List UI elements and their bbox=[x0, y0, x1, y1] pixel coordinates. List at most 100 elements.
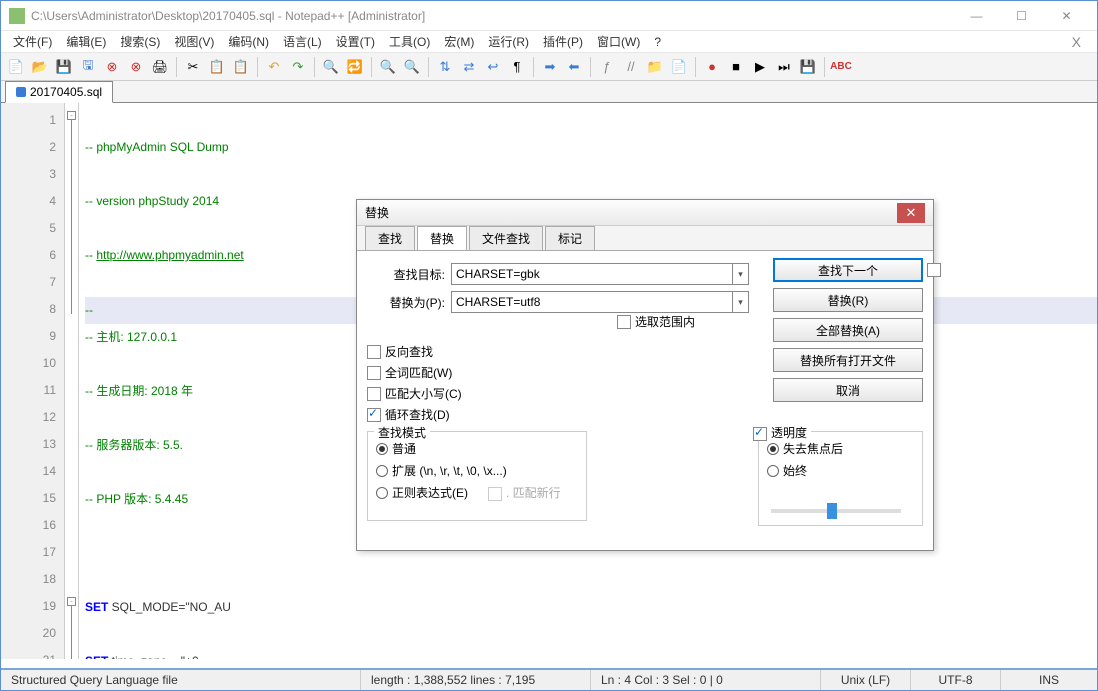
mode-regex-radio[interactable] bbox=[376, 487, 388, 499]
maximize-button[interactable]: ☐ bbox=[999, 2, 1044, 30]
menu-edit[interactable]: 编辑(E) bbox=[60, 31, 112, 52]
transparency-slider[interactable] bbox=[771, 509, 901, 513]
menu-view[interactable]: 视图(V) bbox=[168, 31, 220, 52]
menu-help[interactable]: ? bbox=[648, 33, 667, 51]
wrap-checkbox[interactable] bbox=[367, 408, 381, 422]
mode-extended-radio[interactable] bbox=[376, 465, 388, 477]
backward-checkbox[interactable] bbox=[367, 345, 381, 359]
cut-icon[interactable]: ✂ bbox=[182, 56, 204, 78]
file-tab-icon bbox=[16, 87, 26, 97]
sync-h-icon[interactable]: ⇄ bbox=[458, 56, 480, 78]
tab-find[interactable]: 查找 bbox=[365, 226, 415, 251]
menu-close-x[interactable]: X bbox=[1062, 34, 1091, 50]
status-length: length : 1,388,552 lines : 7,195 bbox=[361, 670, 591, 690]
closeall-icon[interactable]: ⊗ bbox=[125, 56, 147, 78]
find-dropdown-icon[interactable]: ▾ bbox=[733, 263, 749, 285]
file-tab-active[interactable]: 20170405.sql bbox=[5, 81, 113, 103]
window-title: C:\Users\Administrator\Desktop\20170405.… bbox=[31, 9, 954, 23]
menu-run[interactable]: 运行(R) bbox=[482, 31, 535, 52]
play-icon[interactable]: ▶ bbox=[749, 56, 771, 78]
mode-normal-radio[interactable] bbox=[376, 443, 388, 455]
save-icon[interactable]: 💾 bbox=[53, 56, 75, 78]
close-button[interactable]: ✕ bbox=[1044, 2, 1089, 30]
playmulti-icon[interactable]: ⏭ bbox=[773, 56, 795, 78]
menu-search[interactable]: 搜索(S) bbox=[114, 31, 166, 52]
outdent-icon[interactable]: ⬅ bbox=[563, 56, 585, 78]
replace-dialog: 替换 ✕ 查找 替换 文件查找 标记 查找目标: ▾ 替换为(P): ▾ 选取范… bbox=[356, 199, 934, 551]
sync-v-icon[interactable]: ⇅ bbox=[434, 56, 456, 78]
menu-settings[interactable]: 设置(T) bbox=[330, 31, 381, 52]
cancel-button[interactable]: 取消 bbox=[773, 378, 923, 402]
undo-icon[interactable]: ↶ bbox=[263, 56, 285, 78]
indent-icon[interactable]: ➡ bbox=[539, 56, 561, 78]
scope-checkbox[interactable] bbox=[617, 315, 631, 329]
app-icon bbox=[9, 8, 25, 24]
func-icon[interactable]: ƒ bbox=[596, 56, 618, 78]
closefile-icon[interactable]: ⊗ bbox=[101, 56, 123, 78]
dialog-titlebar[interactable]: 替换 ✕ bbox=[357, 200, 933, 226]
file-tab-label: 20170405.sql bbox=[30, 85, 102, 99]
dialog-tabs: 查找 替换 文件查找 标记 bbox=[357, 226, 933, 250]
tab-mark[interactable]: 标记 bbox=[545, 226, 595, 251]
saveall-icon[interactable]: 🖫 bbox=[77, 56, 99, 78]
status-encoding: UTF-8 bbox=[911, 670, 1001, 690]
record-icon[interactable]: ● bbox=[701, 56, 723, 78]
open-icon[interactable]: 📂 bbox=[29, 56, 51, 78]
menu-encoding[interactable]: 编码(N) bbox=[222, 31, 275, 52]
menu-language[interactable]: 语言(L) bbox=[277, 31, 328, 52]
find-input[interactable] bbox=[451, 263, 733, 285]
redo-icon[interactable]: ↷ bbox=[287, 56, 309, 78]
menu-bar: 文件(F) 编辑(E) 搜索(S) 视图(V) 编码(N) 语言(L) 设置(T… bbox=[1, 31, 1097, 53]
replace-input[interactable] bbox=[451, 291, 733, 313]
menu-macro[interactable]: 宏(M) bbox=[438, 31, 480, 52]
findnext-aux-checkbox[interactable] bbox=[927, 263, 941, 277]
menu-window[interactable]: 窗口(W) bbox=[591, 31, 646, 52]
folder-icon[interactable]: 📁 bbox=[644, 56, 666, 78]
trans-onlose-radio[interactable] bbox=[767, 443, 779, 455]
menu-file[interactable]: 文件(F) bbox=[7, 31, 58, 52]
dialog-close-button[interactable]: ✕ bbox=[897, 203, 925, 223]
menu-tools[interactable]: 工具(O) bbox=[383, 31, 436, 52]
fold-box-icon[interactable]: - bbox=[67, 111, 76, 120]
find-label: 查找目标: bbox=[367, 266, 445, 283]
comment-icon[interactable]: // bbox=[620, 56, 642, 78]
dotnewline-checkbox bbox=[488, 487, 502, 501]
replace-all-button[interactable]: 全部替换(A) bbox=[773, 318, 923, 342]
status-position: Ln : 4 Col : 3 Sel : 0 | 0 bbox=[591, 670, 821, 690]
copy-icon[interactable]: 📋 bbox=[206, 56, 228, 78]
fold-box-icon[interactable]: - bbox=[67, 597, 76, 606]
fold-margin[interactable]: - - bbox=[65, 103, 79, 659]
status-bar: Structured Query Language file length : … bbox=[1, 668, 1097, 690]
paste-icon[interactable]: 📋 bbox=[230, 56, 252, 78]
zoomin-icon[interactable]: 🔍 bbox=[377, 56, 399, 78]
tab-replace[interactable]: 替换 bbox=[417, 226, 467, 251]
matchcase-checkbox[interactable] bbox=[367, 387, 381, 401]
spellcheck-icon[interactable]: ABC bbox=[830, 56, 852, 78]
dialog-title: 替换 bbox=[365, 204, 389, 221]
doc-icon[interactable]: 📄 bbox=[668, 56, 690, 78]
trans-always-radio[interactable] bbox=[767, 465, 779, 477]
wholeword-checkbox[interactable] bbox=[367, 366, 381, 380]
status-eol: Unix (LF) bbox=[821, 670, 911, 690]
zoomout-icon[interactable]: 🔍 bbox=[401, 56, 423, 78]
transparency-checkbox[interactable] bbox=[753, 427, 767, 441]
wordwrap-icon[interactable]: ↩ bbox=[482, 56, 504, 78]
replace-label: 替换为(P): bbox=[367, 294, 445, 311]
stop-icon[interactable]: ■ bbox=[725, 56, 747, 78]
new-icon[interactable]: 📄 bbox=[5, 56, 27, 78]
replace-icon[interactable]: 🔁 bbox=[344, 56, 366, 78]
menu-plugins[interactable]: 插件(P) bbox=[537, 31, 589, 52]
replace-dropdown-icon[interactable]: ▾ bbox=[733, 291, 749, 313]
tab-findfiles[interactable]: 文件查找 bbox=[469, 226, 543, 251]
status-insert-mode: INS bbox=[1001, 670, 1097, 690]
replace-all-open-button[interactable]: 替换所有打开文件 bbox=[773, 348, 923, 372]
find-icon[interactable]: 🔍 bbox=[320, 56, 342, 78]
scope-label: 选取范围内 bbox=[635, 313, 695, 330]
find-next-button[interactable]: 查找下一个 bbox=[773, 258, 923, 282]
minimize-button[interactable]: — bbox=[954, 2, 999, 30]
print-icon[interactable]: 🖨 bbox=[149, 56, 171, 78]
savemacro-icon[interactable]: 💾 bbox=[797, 56, 819, 78]
status-filetype: Structured Query Language file bbox=[1, 670, 361, 690]
replace-button[interactable]: 替换(R) bbox=[773, 288, 923, 312]
allchars-icon[interactable]: ¶ bbox=[506, 56, 528, 78]
